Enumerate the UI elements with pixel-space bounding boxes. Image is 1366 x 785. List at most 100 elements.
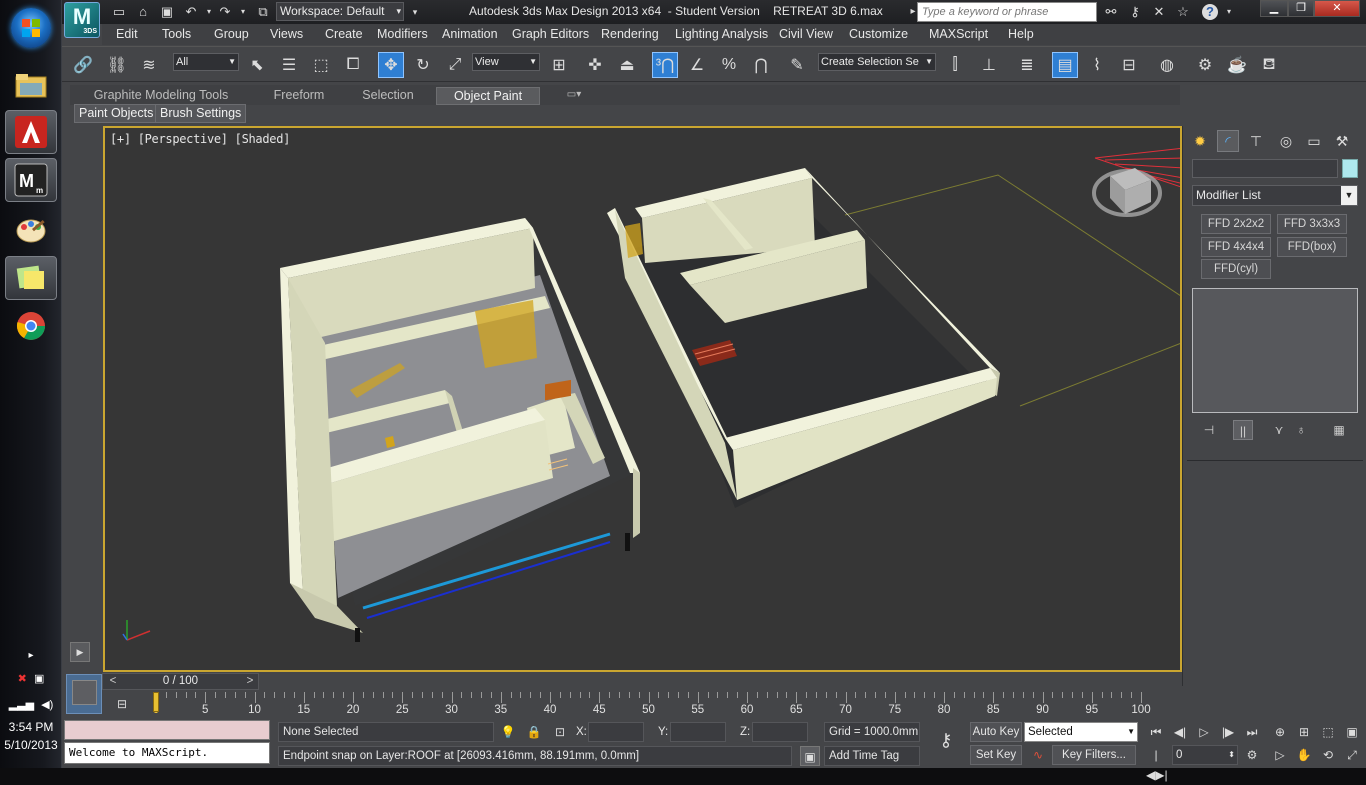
render-production-icon[interactable]: ⛾ <box>1256 52 1282 78</box>
default-in-out-tangent-icon[interactable]: ∿ <box>1028 745 1048 765</box>
z-coordinate-field[interactable] <box>752 722 808 742</box>
rendered-frame-window-icon[interactable]: ☕ <box>1224 52 1250 78</box>
paint-icon[interactable] <box>5 208 57 252</box>
menu-help[interactable]: Help <box>1008 27 1034 41</box>
rectangular-selection-icon[interactable]: ⬚ <box>308 52 334 78</box>
time-slider[interactable]: < 0 / 100 > <box>102 673 259 690</box>
maxscript-listener-output[interactable]: Welcome to MAXScript. <box>64 742 270 764</box>
next-frame-icon[interactable]: > <box>242 674 258 689</box>
hierarchy-tab-icon[interactable]: ⊤ <box>1245 130 1267 152</box>
modify-tab-icon[interactable]: ◜ <box>1217 130 1239 152</box>
favorites-star-icon[interactable]: ☆ <box>1174 3 1192 21</box>
viewport-label[interactable]: [+] [Perspective] [Shaded] <box>110 132 290 146</box>
selection-filter-dropdown[interactable]: All ▼ <box>173 53 239 71</box>
current-time-marker[interactable] <box>153 692 159 712</box>
pivot-center-icon[interactable]: ⊞ <box>546 52 572 78</box>
menu-animation[interactable]: Animation <box>442 27 498 41</box>
key-mode-dropdown[interactable]: Selected ▼ <box>1024 722 1138 742</box>
field-of-view-icon[interactable]: ▷ <box>1270 745 1290 765</box>
maxscript-listener-input[interactable] <box>64 720 270 740</box>
add-time-tag-button[interactable]: Add Time Tag <box>824 746 920 766</box>
set-key-mode-icon[interactable]: ⚷ <box>932 730 960 750</box>
select-and-link-icon[interactable]: 🔗 <box>70 52 96 78</box>
play-icon[interactable]: ▷ <box>1194 722 1214 742</box>
go-to-start-icon[interactable]: ⏮ <box>1146 722 1166 742</box>
maximize-button[interactable]: ❐ <box>1288 0 1314 17</box>
removable-media-icon[interactable]: ▣ <box>34 673 44 685</box>
zoom-extents-icon[interactable]: ⬚ <box>1318 722 1338 742</box>
track-bar[interactable]: 0510152025303540455055606570758085909510… <box>110 692 1180 718</box>
x-coordinate-field[interactable] <box>588 722 644 742</box>
menu-lighting-analysis[interactable]: Lighting Analysis <box>675 27 768 41</box>
tray-expand-icon[interactable]: ▸ <box>0 650 62 661</box>
keyboard-shortcut-override-icon[interactable]: ⏏ <box>614 52 640 78</box>
menu-edit[interactable]: Edit <box>116 27 138 41</box>
named-selection-sets-dropdown[interactable]: Create Selection Se ▼ <box>818 53 936 71</box>
snaps-toggle-icon[interactable]: ³⋂ <box>652 52 678 78</box>
absolute-mode-transform-icon[interactable]: ⊡ <box>550 722 570 742</box>
explorer-icon[interactable] <box>5 64 57 108</box>
layer-manager-icon[interactable]: ≣ <box>1014 52 1040 78</box>
auto-key-button[interactable]: Auto Key <box>970 722 1022 742</box>
current-frame-field[interactable]: 0 ⬍ <box>1172 745 1238 765</box>
manipulate-icon[interactable]: ✜ <box>582 52 608 78</box>
clock-date[interactable]: 5/10/2013 <box>0 738 62 752</box>
display-tab-icon[interactable]: ▭ <box>1303 130 1325 152</box>
unlink-selection-icon[interactable]: ⛓ <box>104 52 130 78</box>
ffd-3x3x3-button[interactable]: FFD 3x3x3 <box>1277 214 1347 234</box>
pan-view-icon[interactable]: ✋ <box>1294 745 1314 765</box>
curve-editor-icon[interactable]: ⌇ <box>1084 52 1110 78</box>
modifier-list-dropdown[interactable]: Modifier List ▼ <box>1192 185 1358 206</box>
infocenter-search-input[interactable]: Type a keyword or phrase <box>917 2 1097 22</box>
menu-create[interactable]: Create <box>325 27 363 41</box>
selection-lock-icon[interactable]: 🔒 <box>524 722 544 742</box>
select-and-rotate-icon[interactable]: ↻ <box>410 52 436 78</box>
volume-icon[interactable]: ◀) <box>41 699 53 711</box>
3dsmax-icon[interactable]: Mm <box>5 158 57 202</box>
next-frame-icon[interactable]: |▶ <box>1218 722 1238 742</box>
reference-coordinate-dropdown[interactable]: View ▼ <box>472 53 540 71</box>
save-file-icon[interactable]: ▣ <box>158 3 176 21</box>
select-and-move-icon[interactable]: ✥ <box>378 52 404 78</box>
show-end-result-icon[interactable]: || <box>1233 420 1253 440</box>
panel-paint-objects[interactable]: Paint Objects <box>74 104 159 123</box>
percent-snap-icon[interactable]: % <box>716 52 742 78</box>
select-object-icon[interactable]: ⬉ <box>244 52 270 78</box>
graphite-ribbon-icon[interactable]: ▤ <box>1052 52 1078 78</box>
new-file-icon[interactable]: ▭ <box>110 3 128 21</box>
mini-curve-editor-icon[interactable] <box>66 674 102 714</box>
redo-icon[interactable]: ↷ <box>216 3 234 21</box>
ffd-2x2x2-button[interactable]: FFD 2x2x2 <box>1201 214 1271 234</box>
mirror-icon[interactable]: ⫿ <box>942 52 968 78</box>
angle-snap-icon[interactable]: ∠ <box>684 52 710 78</box>
close-button[interactable]: ✕ <box>1314 0 1360 17</box>
binoculars-icon[interactable]: ⚯ <box>1102 3 1120 21</box>
orbit-icon[interactable]: ⟲ <box>1318 745 1338 765</box>
zoom-extents-all-icon[interactable]: ▣ <box>1342 722 1362 742</box>
tab-freeform[interactable]: Freeform <box>254 87 344 105</box>
help-dropdown-icon[interactable]: ▾ <box>1220 3 1238 21</box>
menu-group[interactable]: Group <box>214 27 249 41</box>
previous-frame-icon[interactable]: ◀| <box>1170 722 1190 742</box>
open-file-icon[interactable]: ⌂ <box>134 3 152 21</box>
chrome-icon[interactable] <box>5 304 57 348</box>
key-filters-button[interactable]: Key Filters... <box>1052 745 1136 765</box>
sticky-notes-icon[interactable] <box>5 256 57 300</box>
tab-graphite-modeling-tools[interactable]: Graphite Modeling Tools <box>74 87 248 105</box>
clock-time[interactable]: 3:54 PM <box>0 720 62 734</box>
autocad-icon[interactable] <box>5 110 57 154</box>
window-crossing-icon[interactable]: ⧠ <box>340 52 366 78</box>
viewport-expand-button[interactable]: ▶ <box>70 642 90 662</box>
panel-brush-settings[interactable]: Brush Settings <box>155 104 247 123</box>
menu-civil-view[interactable]: Civil View <box>779 27 833 41</box>
material-editor-icon[interactable]: ◍ <box>1154 52 1180 78</box>
schematic-view-icon[interactable]: ⊟ <box>1116 52 1142 78</box>
isolate-selection-icon[interactable]: 💡 <box>498 722 518 742</box>
utilities-tab-icon[interactable]: ⚒ <box>1331 130 1353 152</box>
menu-graph-editors[interactable]: Graph Editors <box>512 27 589 41</box>
subscription-key-icon[interactable]: ⚷ <box>1126 3 1144 21</box>
menu-customize[interactable]: Customize <box>849 27 908 41</box>
object-name-field[interactable] <box>1192 159 1338 178</box>
start-button[interactable] <box>11 8 51 48</box>
y-coordinate-field[interactable] <box>670 722 726 742</box>
